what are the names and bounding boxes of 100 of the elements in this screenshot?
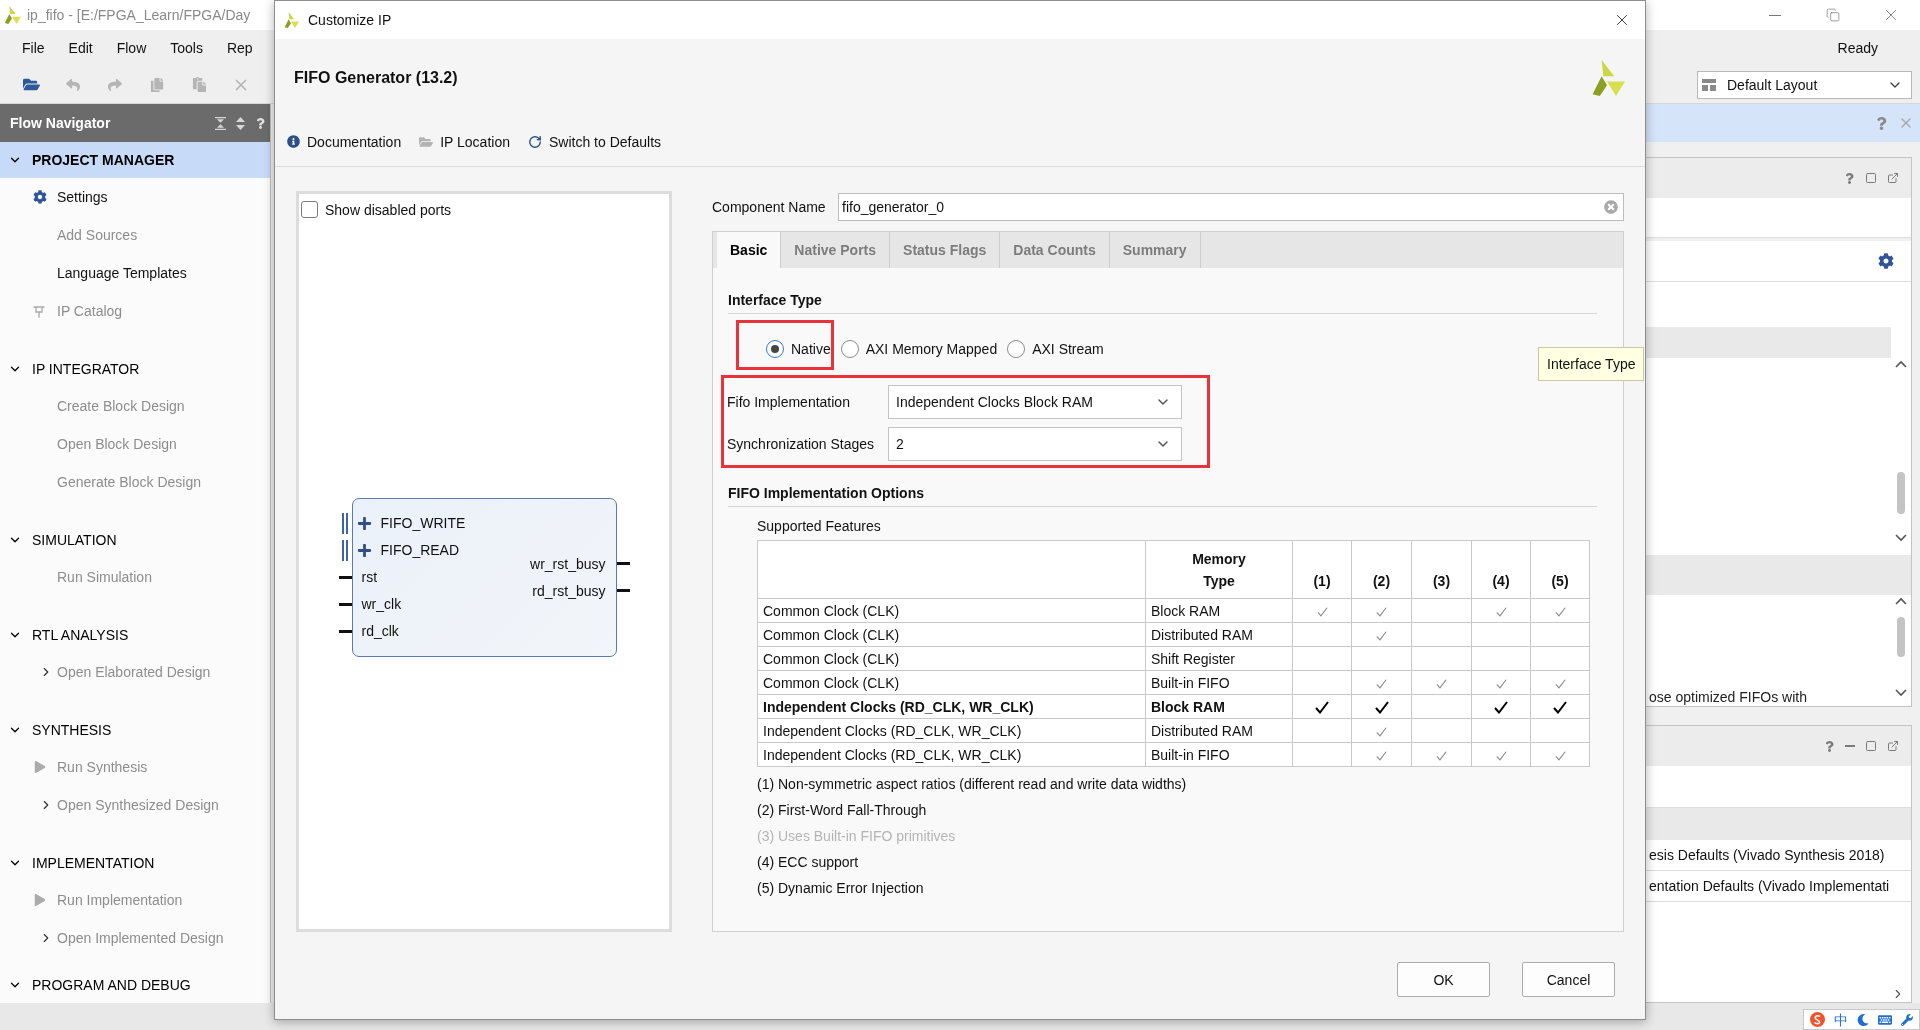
table-cell: Distributed RAM (1145, 622, 1293, 647)
window-title: ip_fifo - [E:/FPGA_Learn/FPGA/Day (27, 7, 251, 23)
menu-item[interactable]: Rep (214, 34, 265, 62)
expand-icon[interactable] (356, 515, 372, 531)
plug-icon (33, 304, 45, 318)
table-cell: Built-in FIFO (1145, 670, 1293, 695)
dialog-title: Customize IP (308, 12, 392, 28)
pin-icon (338, 602, 352, 606)
table-cell: Independent Clocks (RD_CLK, WR_CLK) (757, 694, 1146, 719)
check-icon (1374, 701, 1389, 715)
expand-all-icon[interactable] (236, 116, 245, 130)
pin-icon (616, 562, 630, 565)
section-header[interactable]: SIMULATION (0, 522, 270, 558)
layout-icon (1702, 78, 1716, 91)
port-label: wr_clk (361, 596, 402, 612)
port-label: FIFO_READ (380, 542, 460, 558)
float-icon[interactable] (1887, 740, 1899, 752)
section-header[interactable]: IP INTEGRATOR (0, 351, 270, 387)
play-icon (34, 894, 46, 906)
bus-pin-icon (341, 512, 348, 534)
menu-item[interactable]: Edit (56, 34, 105, 62)
column-header: (3) (1411, 540, 1472, 599)
table-cell: Block RAM (1145, 598, 1293, 623)
dropdown[interactable]: Independent Clocks Block RAM (888, 385, 1182, 419)
radio-option[interactable]: AXI Memory Mapped (840, 340, 998, 358)
maximize-icon[interactable] (1865, 172, 1877, 184)
layout-dropdown[interactable]: Default Layout (1697, 70, 1912, 99)
settings-icon[interactable] (1878, 253, 1894, 269)
section-header[interactable]: RTL ANALYSIS (0, 617, 270, 653)
help-icon[interactable] (1875, 116, 1888, 130)
footnote: (3) Uses Built-in FIFO primitives (757, 827, 956, 845)
check-icon (1495, 750, 1507, 761)
section-header[interactable]: SYNTHESIS (0, 712, 270, 748)
check-icon (1554, 750, 1566, 761)
table-cell: Independent Clocks (RD_CLK, WR_CLK) (757, 742, 1146, 767)
maximize-icon[interactable] (1865, 740, 1877, 752)
check-icon (1316, 606, 1328, 617)
column-header: (4) (1471, 540, 1531, 599)
column-header: (5) (1530, 540, 1590, 599)
help-icon[interactable] (1824, 740, 1835, 752)
footnote: (4) ECC support (757, 853, 859, 871)
radio-option[interactable]: AXI Stream (1007, 340, 1104, 358)
subsection-label: Supported Features (757, 518, 881, 534)
port-label: wr_rst_busy (530, 555, 606, 572)
expand-icon[interactable] (356, 542, 372, 558)
footnote: (5) Dynamic Error Injection (757, 879, 924, 897)
nav-item[interactable]: Language Templates (0, 254, 270, 292)
checkbox-option[interactable]: Show disabled ports (301, 201, 452, 218)
toolbar-link[interactable]: Switch to Defaults (523, 127, 666, 156)
port-label: FIFO_WRITE (380, 515, 466, 531)
port-label: rd_clk (361, 623, 399, 639)
check-icon (1495, 606, 1507, 617)
status-text: Ready (1837, 40, 1878, 56)
float-icon[interactable] (1887, 172, 1899, 184)
check-icon (1494, 701, 1508, 715)
column-header: Memory Type (1145, 540, 1293, 599)
field-label: Component Name (712, 199, 827, 215)
tab[interactable]: Basic (717, 232, 782, 268)
folder-icon (22, 76, 40, 93)
field-label: Synchronization Stages (727, 436, 876, 452)
vertical-scrollbar[interactable] (1894, 597, 1908, 697)
menu-item[interactable]: Flow (104, 34, 159, 62)
paste-icon (191, 77, 207, 92)
tooltip: Interface Type (1538, 347, 1645, 381)
info-icon (287, 135, 300, 148)
help-icon[interactable] (1844, 172, 1855, 184)
collapse-all-icon[interactable] (215, 116, 226, 130)
vertical-scrollbar[interactable] (1894, 360, 1908, 542)
footnote: (2) First-Word Fall-Through (757, 801, 927, 819)
check-icon (1436, 678, 1447, 689)
nav-item[interactable]: Settings (0, 178, 270, 216)
clear-icon[interactable] (1604, 200, 1618, 214)
refresh-icon (527, 134, 542, 149)
bus-pin-icon (341, 539, 348, 561)
section-title: Interface Type (728, 292, 822, 308)
menu-item[interactable]: File (10, 34, 57, 62)
toolbar-link[interactable]: Documentation (283, 127, 406, 156)
column-header: (2) (1351, 540, 1412, 599)
table-cell: Independent Clocks (RD_CLK, WR_CLK) (757, 718, 1146, 743)
check-icon (1436, 750, 1447, 761)
dropdown[interactable]: 2 (888, 427, 1182, 461)
section-header[interactable]: PROJECT MANAGER (0, 142, 270, 178)
table-cell: Common Clock (CLK) (757, 646, 1146, 671)
play-icon (34, 761, 46, 773)
dialog-heading: FIFO Generator (13.2) (294, 69, 458, 87)
gear-icon (33, 190, 47, 204)
toolbar-link[interactable]: IP Location (415, 127, 514, 156)
section-header[interactable]: IMPLEMENTATION (0, 845, 270, 881)
restore-icon (1826, 8, 1840, 22)
menu-item[interactable]: Tools (158, 34, 215, 62)
help-icon[interactable] (255, 117, 266, 129)
table-cell: Common Clock (CLK) (757, 670, 1146, 695)
dialog-button[interactable]: OK (1397, 962, 1490, 997)
text-field[interactable]: fifo_generator_0 (838, 193, 1624, 221)
check-icon (1376, 630, 1387, 641)
radio-option[interactable]: Native (766, 340, 831, 358)
panel-title: Flow Navigator (10, 115, 111, 131)
section-header[interactable]: PROGRAM AND DEBUG (0, 967, 270, 1003)
field-label: Fifo Implementation (727, 394, 851, 410)
dialog-button[interactable]: Cancel (1522, 962, 1615, 997)
